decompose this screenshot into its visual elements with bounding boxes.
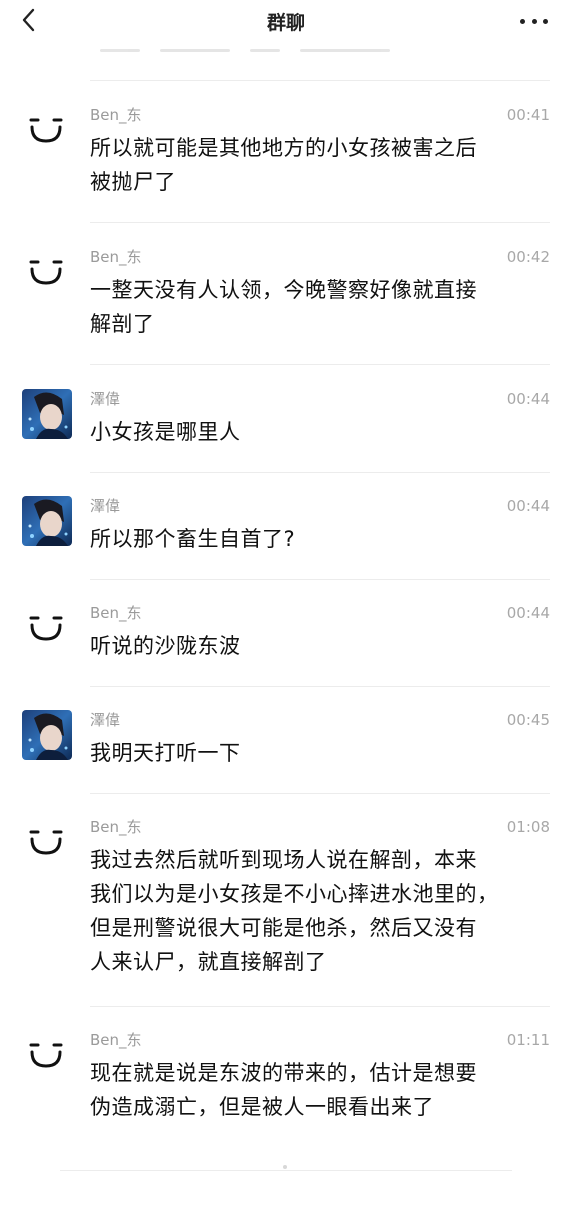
divider [90, 579, 550, 580]
message-text: 听说的沙陇东波 [90, 629, 550, 663]
divider [90, 793, 550, 794]
avatar[interactable] [22, 496, 72, 546]
smiley-face-avatar [22, 1030, 72, 1080]
message-line: 一整天没有人认领，今晚警察好像就直接 [90, 278, 477, 302]
avatar[interactable] [22, 817, 72, 867]
message-text: 一整天没有人认领，今晚警察好像就直接 解剖了 [90, 273, 550, 341]
photo-avatar [22, 710, 72, 760]
avatar[interactable] [22, 389, 72, 439]
smiley-face-avatar [22, 105, 72, 155]
message-time: 01:11 [506, 1031, 550, 1049]
message-line: 我们以为是小女孩是不小心摔进水池里的， [90, 882, 499, 906]
avatar[interactable] [22, 105, 72, 155]
message-time: 00:44 [506, 604, 550, 622]
smiley-face-avatar [22, 817, 72, 867]
sender-name: 澤偉 [90, 390, 121, 408]
message-time: 00:44 [506, 497, 550, 515]
divider [60, 1170, 512, 1171]
photo-avatar [22, 389, 72, 439]
photo-avatar [22, 496, 72, 546]
message-time: 00:44 [506, 390, 550, 408]
divider [90, 686, 550, 687]
sender-name: Ben_东 [90, 106, 142, 124]
message-line: 但是刑警说很大可能是他杀，然后又没有 [90, 916, 477, 940]
sender-name: Ben_东 [90, 818, 142, 836]
message-text: 我明天打听一下 [90, 736, 550, 770]
top-nav-bar: 群聊 [0, 0, 572, 44]
message-line: 小女孩是哪里人 [90, 420, 241, 444]
message-text: 我过去然后就听到现场人说在解剖，本来 我们以为是小女孩是不小心摔进水池里的， 但… [90, 843, 550, 979]
message-line: 所以就可能是其他地方的小女孩被害之后 [90, 136, 477, 160]
message-text: 现在就是说是东波的带来的，估计是想要 伪造成溺亡，但是被人一眼看出来了 [90, 1056, 550, 1124]
smiley-face-avatar [22, 603, 72, 653]
message-line: 现在就是说是东波的带来的，估计是想要 [90, 1061, 477, 1085]
message-time: 00:41 [506, 106, 550, 124]
divider [90, 364, 550, 365]
message-line: 听说的沙陇东波 [90, 634, 241, 658]
avatar[interactable] [22, 247, 72, 297]
sender-name: 澤偉 [90, 711, 121, 729]
message-time: 00:45 [506, 711, 550, 729]
message-line: 人来认尸，就直接解剖了 [90, 950, 327, 974]
sender-name: Ben_东 [90, 1031, 142, 1049]
message-text: 所以就可能是其他地方的小女孩被害之后 被抛尸了 [90, 131, 550, 199]
divider [90, 80, 550, 81]
message-time: 00:42 [506, 248, 550, 266]
sender-name: Ben_东 [90, 604, 142, 622]
message-line: 我过去然后就听到现场人说在解剖，本来 [90, 848, 477, 872]
divider [90, 472, 550, 473]
sender-name: Ben_东 [90, 248, 142, 266]
divider [90, 1006, 550, 1007]
message-line: 我明天打听一下 [90, 741, 241, 765]
more-dots-icon [520, 18, 525, 24]
list-end-indicator [283, 1165, 287, 1169]
message-line: 伪造成溺亡，但是被人一眼看出来了 [90, 1095, 434, 1119]
message-text: 所以那个畜生自首了? [90, 522, 550, 556]
avatar[interactable] [22, 603, 72, 653]
avatar[interactable] [22, 710, 72, 760]
message-line: 所以那个畜生自首了? [90, 527, 296, 551]
page-title: 群聊 [266, 12, 305, 34]
message-line: 解剖了 [90, 312, 155, 336]
smiley-face-avatar [22, 247, 72, 297]
message-text: 小女孩是哪里人 [90, 415, 550, 449]
sender-name: 澤偉 [90, 497, 121, 515]
more-options-button[interactable] [520, 17, 548, 25]
avatar[interactable] [22, 1030, 72, 1080]
message-time: 01:08 [506, 818, 550, 836]
message-line: 被抛尸了 [90, 170, 176, 194]
previous-message-remnant [100, 44, 400, 58]
divider [90, 222, 550, 223]
